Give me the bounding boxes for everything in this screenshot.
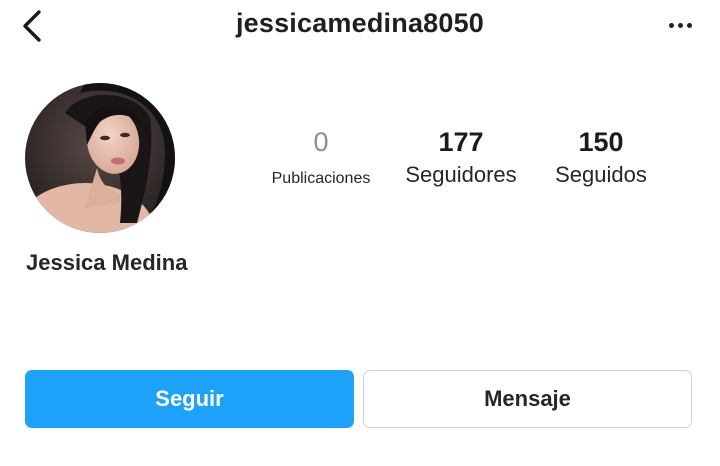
posts-label: Publicaciones [271, 170, 371, 187]
display-name: Jessica Medina [26, 250, 188, 275]
profile-screen: jessicamedina8050 Jessica Medina 0 Publi… [0, 0, 720, 466]
posts-count: 0 [313, 127, 329, 157]
profile-photo [25, 83, 175, 233]
more-horizontal-icon [668, 22, 674, 28]
profile-username: jessicamedina8050 [235, 8, 485, 38]
following-label: Seguidos [555, 162, 647, 187]
following-count: 150 [578, 127, 624, 157]
followers-count: 177 [438, 127, 484, 157]
followers-label: Seguidores [405, 162, 517, 187]
message-button[interactable]: Mensaje [363, 370, 692, 428]
avatar[interactable] [25, 83, 175, 233]
stat-followers[interactable]: 177 Seguidores [393, 127, 529, 189]
follow-button[interactable]: Seguir [25, 370, 354, 428]
more-options-button[interactable] [660, 10, 700, 40]
stat-posts[interactable]: 0 Publicaciones [256, 127, 386, 193]
stat-following[interactable]: 150 Seguidos [542, 127, 660, 189]
